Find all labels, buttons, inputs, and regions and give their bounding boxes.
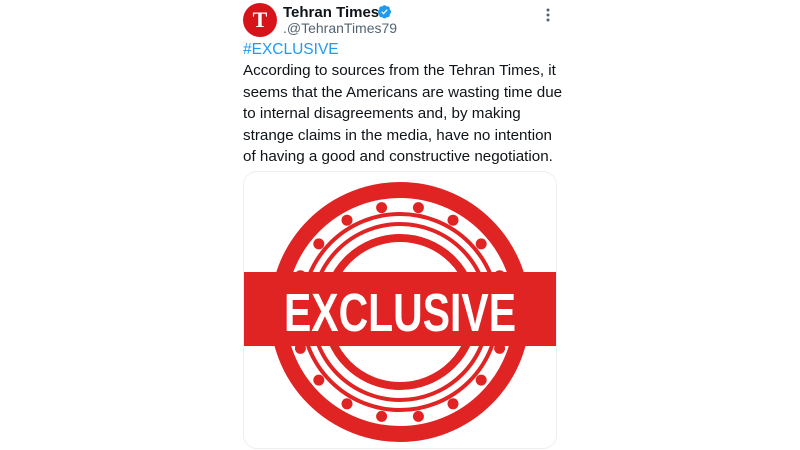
tweet-text: According to sources from the Tehran Tim… <box>243 62 563 165</box>
stamp-text: EXCLUSIVE <box>284 283 516 343</box>
avatar-logo-letter: T <box>252 7 268 32</box>
avatar[interactable]: T <box>243 3 277 37</box>
tweet-media-image[interactable]: EXCLUSIVE <box>243 171 557 449</box>
tweet-card[interactable]: T Tehran Times .@TehranTimes79 #EXCLUSIV… <box>235 0 565 450</box>
author-handle[interactable]: .@TehranTimes79 <box>283 20 397 36</box>
author-name[interactable]: Tehran Times <box>283 4 379 21</box>
hashtag-link[interactable]: #EXCLUSIVE <box>243 41 339 59</box>
exclusive-stamp-image: EXCLUSIVE <box>244 182 556 442</box>
verified-icon <box>377 5 392 19</box>
more-options-icon[interactable] <box>541 6 555 24</box>
